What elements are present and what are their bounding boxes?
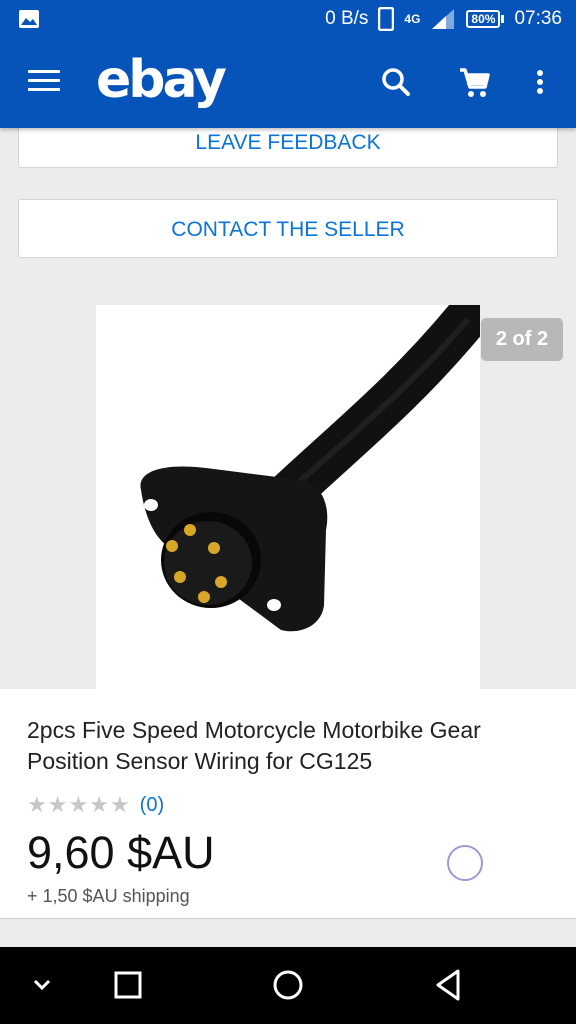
chevron-down-icon[interactable]: [20, 965, 64, 1005]
shipping-cost: + 1,50 $AU shipping: [27, 886, 190, 906]
battery-icon: 80%: [466, 10, 505, 28]
net-speed: 0 B/s: [325, 8, 369, 29]
product-image[interactable]: [96, 305, 480, 689]
product-details: 2pcs Five Speed Motorcycle Motorbike Gea…: [0, 689, 576, 919]
image-counter: 2 of 2: [481, 318, 563, 361]
ebay-logo[interactable]: ebay: [96, 50, 227, 110]
recents-icon[interactable]: [106, 965, 150, 1005]
star-icon: ★: [47, 792, 68, 817]
app-bar: ebay: [0, 38, 576, 128]
network-type: 4G: [404, 12, 421, 26]
system-nav-bar: [0, 947, 576, 1024]
reviews-count[interactable]: (0): [140, 794, 164, 817]
star-icon: ★: [89, 792, 109, 817]
back-icon[interactable]: [426, 965, 470, 1005]
search-icon[interactable]: [378, 64, 414, 100]
more-options-icon[interactable]: [522, 64, 558, 100]
gear-sensor-image: [140, 305, 480, 632]
phone-icon: [378, 7, 395, 31]
product-price: 9,60 $AU: [27, 827, 215, 878]
battery-level: 80%: [466, 10, 501, 28]
status-bar: 0 B/s 4G 80% 07:36: [0, 0, 576, 38]
star-icon: ★: [27, 792, 47, 817]
menu-icon[interactable]: [28, 70, 60, 96]
star-icon: ★: [68, 792, 89, 817]
loading-circle-icon: [447, 845, 483, 881]
clock: 07:36: [514, 8, 562, 29]
image-notification-icon: [19, 10, 39, 28]
star-icon: ★: [109, 792, 130, 817]
contact-seller-button[interactable]: CONTACT THE SELLER: [18, 199, 558, 258]
product-title: 2pcs Five Speed Motorcycle Motorbike Gea…: [27, 717, 481, 774]
home-icon[interactable]: [266, 965, 310, 1005]
signal-icon: [432, 9, 455, 29]
rating[interactable]: ★ ★ ★ ★ ★ (0): [27, 792, 164, 818]
cart-icon[interactable]: [456, 64, 492, 100]
